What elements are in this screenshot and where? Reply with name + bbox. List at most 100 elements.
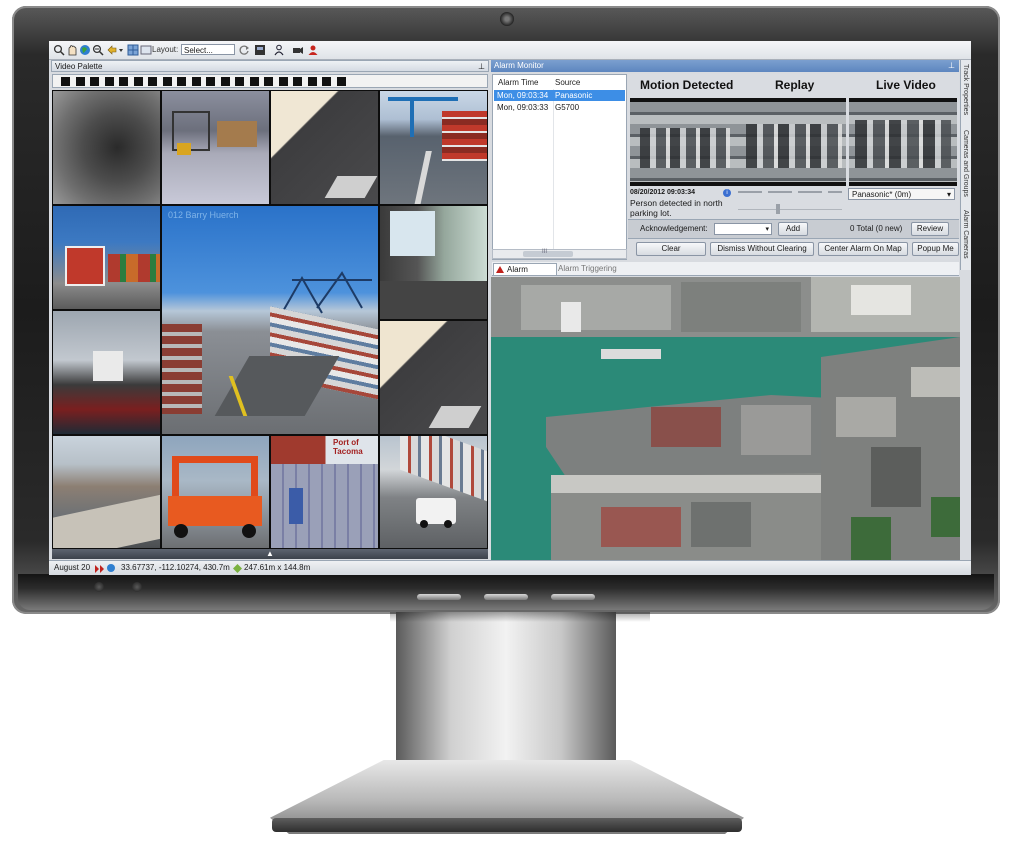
zoom-out-icon[interactable] bbox=[92, 44, 104, 56]
layout-button[interactable] bbox=[90, 77, 99, 86]
window-icon[interactable] bbox=[140, 44, 152, 56]
tab-alarm-cameras[interactable]: Alarm Cameras bbox=[962, 210, 969, 259]
center-alarm-on-map-button[interactable]: Center Alarm On Map bbox=[818, 242, 908, 256]
video-tile-road-corner[interactable] bbox=[270, 90, 379, 205]
clear-button[interactable]: Clear bbox=[636, 242, 706, 256]
camera-select[interactable]: Panasonic* (0m) ▾ bbox=[848, 188, 955, 200]
tab-alarm-triggering[interactable]: Alarm Triggering bbox=[558, 264, 617, 273]
alert-person-icon[interactable] bbox=[307, 44, 319, 56]
layout-button[interactable] bbox=[104, 77, 114, 86]
alarm-list-scrollbar[interactable]: III bbox=[492, 249, 627, 259]
scrollbar-thumb[interactable]: III bbox=[523, 249, 573, 257]
grid-icon[interactable] bbox=[127, 44, 139, 56]
layout-select[interactable]: Select... bbox=[181, 44, 235, 55]
video-tile-container-yard[interactable]: 012 Barry Huerch bbox=[161, 205, 379, 435]
play-icon[interactable] bbox=[95, 564, 104, 573]
replay-video[interactable] bbox=[738, 98, 846, 186]
layout-button[interactable] bbox=[148, 77, 157, 86]
live-video[interactable] bbox=[849, 98, 957, 186]
motion-video[interactable] bbox=[630, 98, 738, 186]
layout-button[interactable] bbox=[293, 77, 302, 86]
layout-button[interactable] bbox=[322, 77, 331, 86]
table-row[interactable]: Mon, 09:03:34 Panasonic bbox=[494, 90, 625, 101]
dismiss-without-clearing-button[interactable]: Dismiss Without Clearing bbox=[710, 242, 814, 256]
warning-icon bbox=[496, 266, 504, 273]
monitor-button-1[interactable] bbox=[417, 594, 461, 600]
video-tile-hallway[interactable] bbox=[379, 205, 488, 320]
layout-button[interactable] bbox=[177, 77, 186, 86]
standby-led bbox=[132, 582, 142, 592]
map-imagery bbox=[491, 277, 960, 560]
layout-button[interactable] bbox=[206, 77, 215, 86]
video-tile-ship[interactable] bbox=[52, 310, 161, 435]
webcam bbox=[500, 12, 514, 26]
alarm-date: 08/20/2012 09:03:34 bbox=[630, 189, 695, 196]
video-tile-locomotive[interactable] bbox=[52, 205, 161, 310]
tab-cameras-and-groups[interactable]: Cameras and Groups bbox=[962, 130, 969, 197]
video-tile-warehouse[interactable] bbox=[161, 90, 270, 205]
video-palette-header: Video Palette ⊥ bbox=[51, 60, 489, 72]
layout-button[interactable] bbox=[249, 77, 259, 86]
layout-button[interactable] bbox=[235, 77, 244, 86]
layout-button[interactable] bbox=[191, 77, 201, 86]
alarm-tabs: Alarm Monitor Alarm Triggering bbox=[492, 262, 959, 285]
column-header-source[interactable]: Source bbox=[555, 78, 580, 87]
navigate-icon[interactable] bbox=[106, 44, 124, 56]
layout-button[interactable] bbox=[133, 77, 143, 86]
add-button[interactable]: Add bbox=[778, 222, 808, 236]
export-icon[interactable] bbox=[254, 44, 266, 56]
layout-button[interactable] bbox=[162, 77, 172, 86]
pin-icon[interactable]: ⊥ bbox=[478, 61, 485, 72]
replay-slider-track[interactable] bbox=[738, 209, 842, 210]
video-tile-straddle-carrier[interactable] bbox=[161, 435, 270, 549]
chevron-up-icon[interactable]: ▲ bbox=[266, 549, 274, 559]
zoom-icon[interactable] bbox=[53, 44, 65, 56]
tab-alarm-monitor[interactable]: Alarm Monitor bbox=[493, 263, 557, 285]
pan-icon[interactable] bbox=[66, 44, 78, 56]
layout-button[interactable] bbox=[307, 77, 317, 86]
video-tile-dark-trees[interactable] bbox=[52, 90, 161, 205]
layout-button[interactable] bbox=[336, 77, 346, 86]
layout-button[interactable] bbox=[264, 77, 273, 86]
refresh-icon[interactable] bbox=[238, 44, 250, 56]
alarm-monitor-title: Alarm Monitor bbox=[494, 61, 544, 70]
monitor-button-3[interactable] bbox=[551, 594, 595, 600]
layout-button[interactable] bbox=[220, 77, 230, 86]
layout-button[interactable] bbox=[119, 77, 128, 86]
camera-icon[interactable] bbox=[292, 44, 304, 56]
acknowledgement-select[interactable]: ▾ bbox=[714, 223, 772, 235]
popup-button[interactable]: Popup Me bbox=[912, 242, 959, 256]
video-tile-road-corner-2[interactable] bbox=[379, 320, 488, 435]
pin-icon[interactable]: ⊥ bbox=[948, 60, 955, 72]
monitor-stand-neck bbox=[396, 612, 616, 762]
monitor-stand-base-edge bbox=[272, 818, 742, 832]
monitor-chin bbox=[18, 574, 994, 610]
video-tile-truck[interactable] bbox=[379, 435, 488, 549]
satellite-map[interactable] bbox=[491, 277, 960, 560]
video-tile-parking[interactable] bbox=[52, 435, 161, 549]
monitor-button-2[interactable] bbox=[484, 594, 528, 600]
table-row[interactable]: Mon, 09:03:33 G5700 bbox=[494, 102, 625, 113]
alarm-detail: Motion Detected Replay Live Video 08/20/… bbox=[628, 74, 959, 259]
column-header-alarm-time[interactable]: Alarm Time bbox=[498, 78, 538, 87]
info-icon[interactable]: i bbox=[723, 189, 731, 197]
screen: Layout: Select... Video Palette ⊥ 012 Ba… bbox=[49, 41, 971, 575]
layout-label: Layout: bbox=[152, 45, 179, 54]
tab-track-properties[interactable]: Track Properties bbox=[962, 64, 969, 115]
video-tile-cranes[interactable] bbox=[379, 90, 488, 205]
review-button[interactable]: Review bbox=[911, 222, 949, 236]
status-bar: August 20 33.67737, -112.10274, 430.7m 2… bbox=[49, 560, 971, 575]
toolbar: Layout: Select... bbox=[49, 41, 971, 60]
person-icon[interactable] bbox=[273, 44, 285, 56]
grid-collapse-bar[interactable]: ▲ bbox=[52, 549, 488, 559]
replay-slider-thumb[interactable] bbox=[776, 204, 780, 214]
acknowledgement-bar: Acknowledgement: ▾ Add 0 Total (0 new) R… bbox=[628, 219, 959, 239]
layout-button[interactable] bbox=[61, 77, 70, 86]
power-led bbox=[94, 582, 104, 592]
layout-button[interactable] bbox=[75, 77, 85, 86]
video-tile-port-sign[interactable]: Port of Tacoma bbox=[270, 435, 379, 549]
layout-button[interactable] bbox=[278, 77, 288, 86]
neck-shadow bbox=[390, 612, 650, 622]
globe-icon[interactable] bbox=[79, 44, 91, 56]
video-grid: 012 Barry Huerch Port of Tacoma bbox=[52, 90, 488, 549]
